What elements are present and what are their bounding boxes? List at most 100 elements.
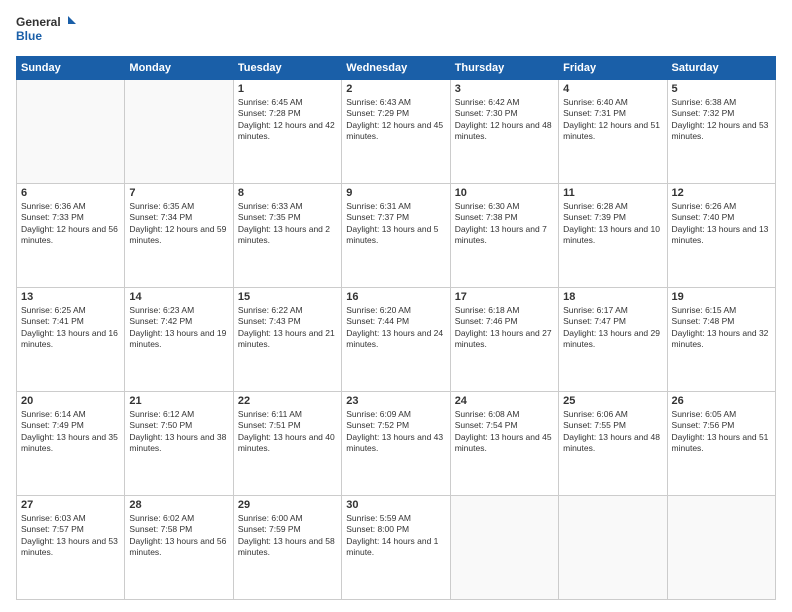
calendar-cell xyxy=(125,80,233,184)
cell-info: Sunrise: 6:23 AMSunset: 7:42 PMDaylight:… xyxy=(129,305,228,351)
calendar-cell: 18Sunrise: 6:17 AMSunset: 7:47 PMDayligh… xyxy=(559,288,667,392)
cell-info: Sunrise: 6:12 AMSunset: 7:50 PMDaylight:… xyxy=(129,409,228,455)
svg-text:General: General xyxy=(16,15,61,29)
cell-info: Sunrise: 6:42 AMSunset: 7:30 PMDaylight:… xyxy=(455,97,554,143)
weekday-header-row: SundayMondayTuesdayWednesdayThursdayFrid… xyxy=(17,57,776,80)
cell-info: Sunrise: 6:36 AMSunset: 7:33 PMDaylight:… xyxy=(21,201,120,247)
svg-text:Blue: Blue xyxy=(16,29,42,43)
logo-svg: General Blue xyxy=(16,12,76,48)
cell-info: Sunrise: 6:33 AMSunset: 7:35 PMDaylight:… xyxy=(238,201,337,247)
cell-info: Sunrise: 6:06 AMSunset: 7:55 PMDaylight:… xyxy=(563,409,662,455)
calendar-cell: 26Sunrise: 6:05 AMSunset: 7:56 PMDayligh… xyxy=(667,392,775,496)
calendar-cell: 14 Sunrise: 6:23 AMSunset: 7:42 PMDayligh… xyxy=(125,288,233,392)
calendar-cell: 23 Sunrise: 6:09 AMSunset: 7:52 PMDayligh… xyxy=(342,392,450,496)
day-number: 23 xyxy=(346,395,445,407)
day-number: 27 xyxy=(21,499,120,511)
calendar-cell: 20 Sunrise: 6:14 AMSunset: 7:49 PMDayligh… xyxy=(17,392,125,496)
week-row-1: 1 Sunrise: 6:45 AMSunset: 7:28 PMDaylight… xyxy=(17,80,776,184)
cell-info: Sunrise: 6:45 AMSunset: 7:28 PMDaylight:… xyxy=(238,97,337,143)
day-number: 9 xyxy=(346,187,445,199)
calendar-cell: 7 Sunrise: 6:35 AMSunset: 7:34 PMDaylight… xyxy=(125,184,233,288)
calendar-cell: 12 Sunrise: 6:26 AMSunset: 7:40 PMDayligh… xyxy=(667,184,775,288)
day-number: 7 xyxy=(129,187,228,199)
calendar-cell: 29 Sunrise: 6:00 AMSunset: 7:59 PMDayligh… xyxy=(233,496,341,600)
week-row-5: 27 Sunrise: 6:03 AMSunset: 7:57 PMDayligh… xyxy=(17,496,776,600)
calendar-cell: 22 Sunrise: 6:11 AMSunset: 7:51 PMDayligh… xyxy=(233,392,341,496)
day-number: 22 xyxy=(238,395,337,407)
day-number: 30 xyxy=(346,499,445,511)
cell-info: Sunrise: 6:25 AMSunset: 7:41 PMDaylight:… xyxy=(21,305,120,351)
day-number: 28 xyxy=(129,499,228,511)
cell-info: Sunrise: 6:03 AMSunset: 7:57 PMDaylight:… xyxy=(21,513,120,559)
cell-info: Sunrise: 6:28 AMSunset: 7:39 PMDaylight:… xyxy=(563,201,662,247)
day-number: 4 xyxy=(563,83,662,95)
day-number: 2 xyxy=(346,83,445,95)
calendar-cell: 24 Sunrise: 6:08 AMSunset: 7:54 PMDayligh… xyxy=(450,392,558,496)
day-number: 11 xyxy=(563,187,662,199)
cell-info: Sunrise: 6:35 AMSunset: 7:34 PMDaylight:… xyxy=(129,201,228,247)
weekday-header-thursday: Thursday xyxy=(450,57,558,80)
day-number: 14 xyxy=(129,291,228,303)
calendar-cell: 8 Sunrise: 6:33 AMSunset: 7:35 PMDaylight… xyxy=(233,184,341,288)
calendar-cell: 4 Sunrise: 6:40 AMSunset: 7:31 PMDaylight… xyxy=(559,80,667,184)
calendar-cell: 3 Sunrise: 6:42 AMSunset: 7:30 PMDaylight… xyxy=(450,80,558,184)
cell-info: Sunrise: 6:31 AMSunset: 7:37 PMDaylight:… xyxy=(346,201,445,247)
calendar-cell xyxy=(667,496,775,600)
day-number: 29 xyxy=(238,499,337,511)
cell-info: Sunrise: 6:00 AMSunset: 7:59 PMDaylight:… xyxy=(238,513,337,559)
week-row-2: 6Sunrise: 6:36 AMSunset: 7:33 PMDaylight… xyxy=(17,184,776,288)
day-number: 10 xyxy=(455,187,554,199)
calendar-cell: 17 Sunrise: 6:18 AMSunset: 7:46 PMDayligh… xyxy=(450,288,558,392)
cell-info: Sunrise: 6:15 AMSunset: 7:48 PMDaylight:… xyxy=(672,305,771,351)
cell-info: Sunrise: 6:09 AMSunset: 7:52 PMDaylight:… xyxy=(346,409,445,455)
day-number: 3 xyxy=(455,83,554,95)
cell-info: Sunrise: 6:20 AMSunset: 7:44 PMDaylight:… xyxy=(346,305,445,351)
day-number: 20 xyxy=(21,395,120,407)
calendar-cell: 21 Sunrise: 6:12 AMSunset: 7:50 PMDayligh… xyxy=(125,392,233,496)
cell-info: Sunrise: 6:14 AMSunset: 7:49 PMDaylight:… xyxy=(21,409,120,455)
cell-info: Sunrise: 6:43 AMSunset: 7:29 PMDaylight:… xyxy=(346,97,445,143)
day-number: 13 xyxy=(21,291,120,303)
week-row-4: 20 Sunrise: 6:14 AMSunset: 7:49 PMDayligh… xyxy=(17,392,776,496)
calendar-cell: 11 Sunrise: 6:28 AMSunset: 7:39 PMDayligh… xyxy=(559,184,667,288)
day-number: 18 xyxy=(563,291,662,303)
day-number: 12 xyxy=(672,187,771,199)
cell-info: Sunrise: 6:22 AMSunset: 7:43 PMDaylight:… xyxy=(238,305,337,351)
cell-info: Sunrise: 6:08 AMSunset: 7:54 PMDaylight:… xyxy=(455,409,554,455)
weekday-header-saturday: Saturday xyxy=(667,57,775,80)
calendar-cell: 28Sunrise: 6:02 AMSunset: 7:58 PMDayligh… xyxy=(125,496,233,600)
weekday-header-wednesday: Wednesday xyxy=(342,57,450,80)
day-number: 5 xyxy=(672,83,771,95)
calendar-cell: 19Sunrise: 6:15 AMSunset: 7:48 PMDayligh… xyxy=(667,288,775,392)
cell-info: Sunrise: 6:18 AMSunset: 7:46 PMDaylight:… xyxy=(455,305,554,351)
day-number: 24 xyxy=(455,395,554,407)
calendar-cell: 30Sunrise: 5:59 AMSunset: 8:00 PMDayligh… xyxy=(342,496,450,600)
day-number: 21 xyxy=(129,395,228,407)
day-number: 15 xyxy=(238,291,337,303)
page: General Blue SundayMondayTuesdayWednesda… xyxy=(0,0,792,612)
day-number: 26 xyxy=(672,395,771,407)
weekday-header-friday: Friday xyxy=(559,57,667,80)
calendar-table: SundayMondayTuesdayWednesdayThursdayFrid… xyxy=(16,56,776,600)
weekday-header-tuesday: Tuesday xyxy=(233,57,341,80)
day-number: 8 xyxy=(238,187,337,199)
weekday-header-monday: Monday xyxy=(125,57,233,80)
calendar-cell: 9 Sunrise: 6:31 AMSunset: 7:37 PMDaylight… xyxy=(342,184,450,288)
calendar-cell: 13 Sunrise: 6:25 AMSunset: 7:41 PMDayligh… xyxy=(17,288,125,392)
week-row-3: 13 Sunrise: 6:25 AMSunset: 7:41 PMDayligh… xyxy=(17,288,776,392)
calendar-cell xyxy=(450,496,558,600)
cell-info: Sunrise: 6:30 AMSunset: 7:38 PMDaylight:… xyxy=(455,201,554,247)
day-number: 16 xyxy=(346,291,445,303)
calendar-cell: 1 Sunrise: 6:45 AMSunset: 7:28 PMDaylight… xyxy=(233,80,341,184)
cell-info: Sunrise: 6:26 AMSunset: 7:40 PMDaylight:… xyxy=(672,201,771,247)
calendar-cell: 25 Sunrise: 6:06 AMSunset: 7:55 PMDayligh… xyxy=(559,392,667,496)
day-number: 17 xyxy=(455,291,554,303)
cell-info: Sunrise: 6:11 AMSunset: 7:51 PMDaylight:… xyxy=(238,409,337,455)
day-number: 1 xyxy=(238,83,337,95)
calendar-cell xyxy=(17,80,125,184)
calendar-cell: 5Sunrise: 6:38 AMSunset: 7:32 PMDaylight… xyxy=(667,80,775,184)
header: General Blue xyxy=(16,12,776,48)
cell-info: Sunrise: 6:40 AMSunset: 7:31 PMDaylight:… xyxy=(563,97,662,143)
day-number: 25 xyxy=(563,395,662,407)
calendar-cell: 15 Sunrise: 6:22 AMSunset: 7:43 PMDayligh… xyxy=(233,288,341,392)
